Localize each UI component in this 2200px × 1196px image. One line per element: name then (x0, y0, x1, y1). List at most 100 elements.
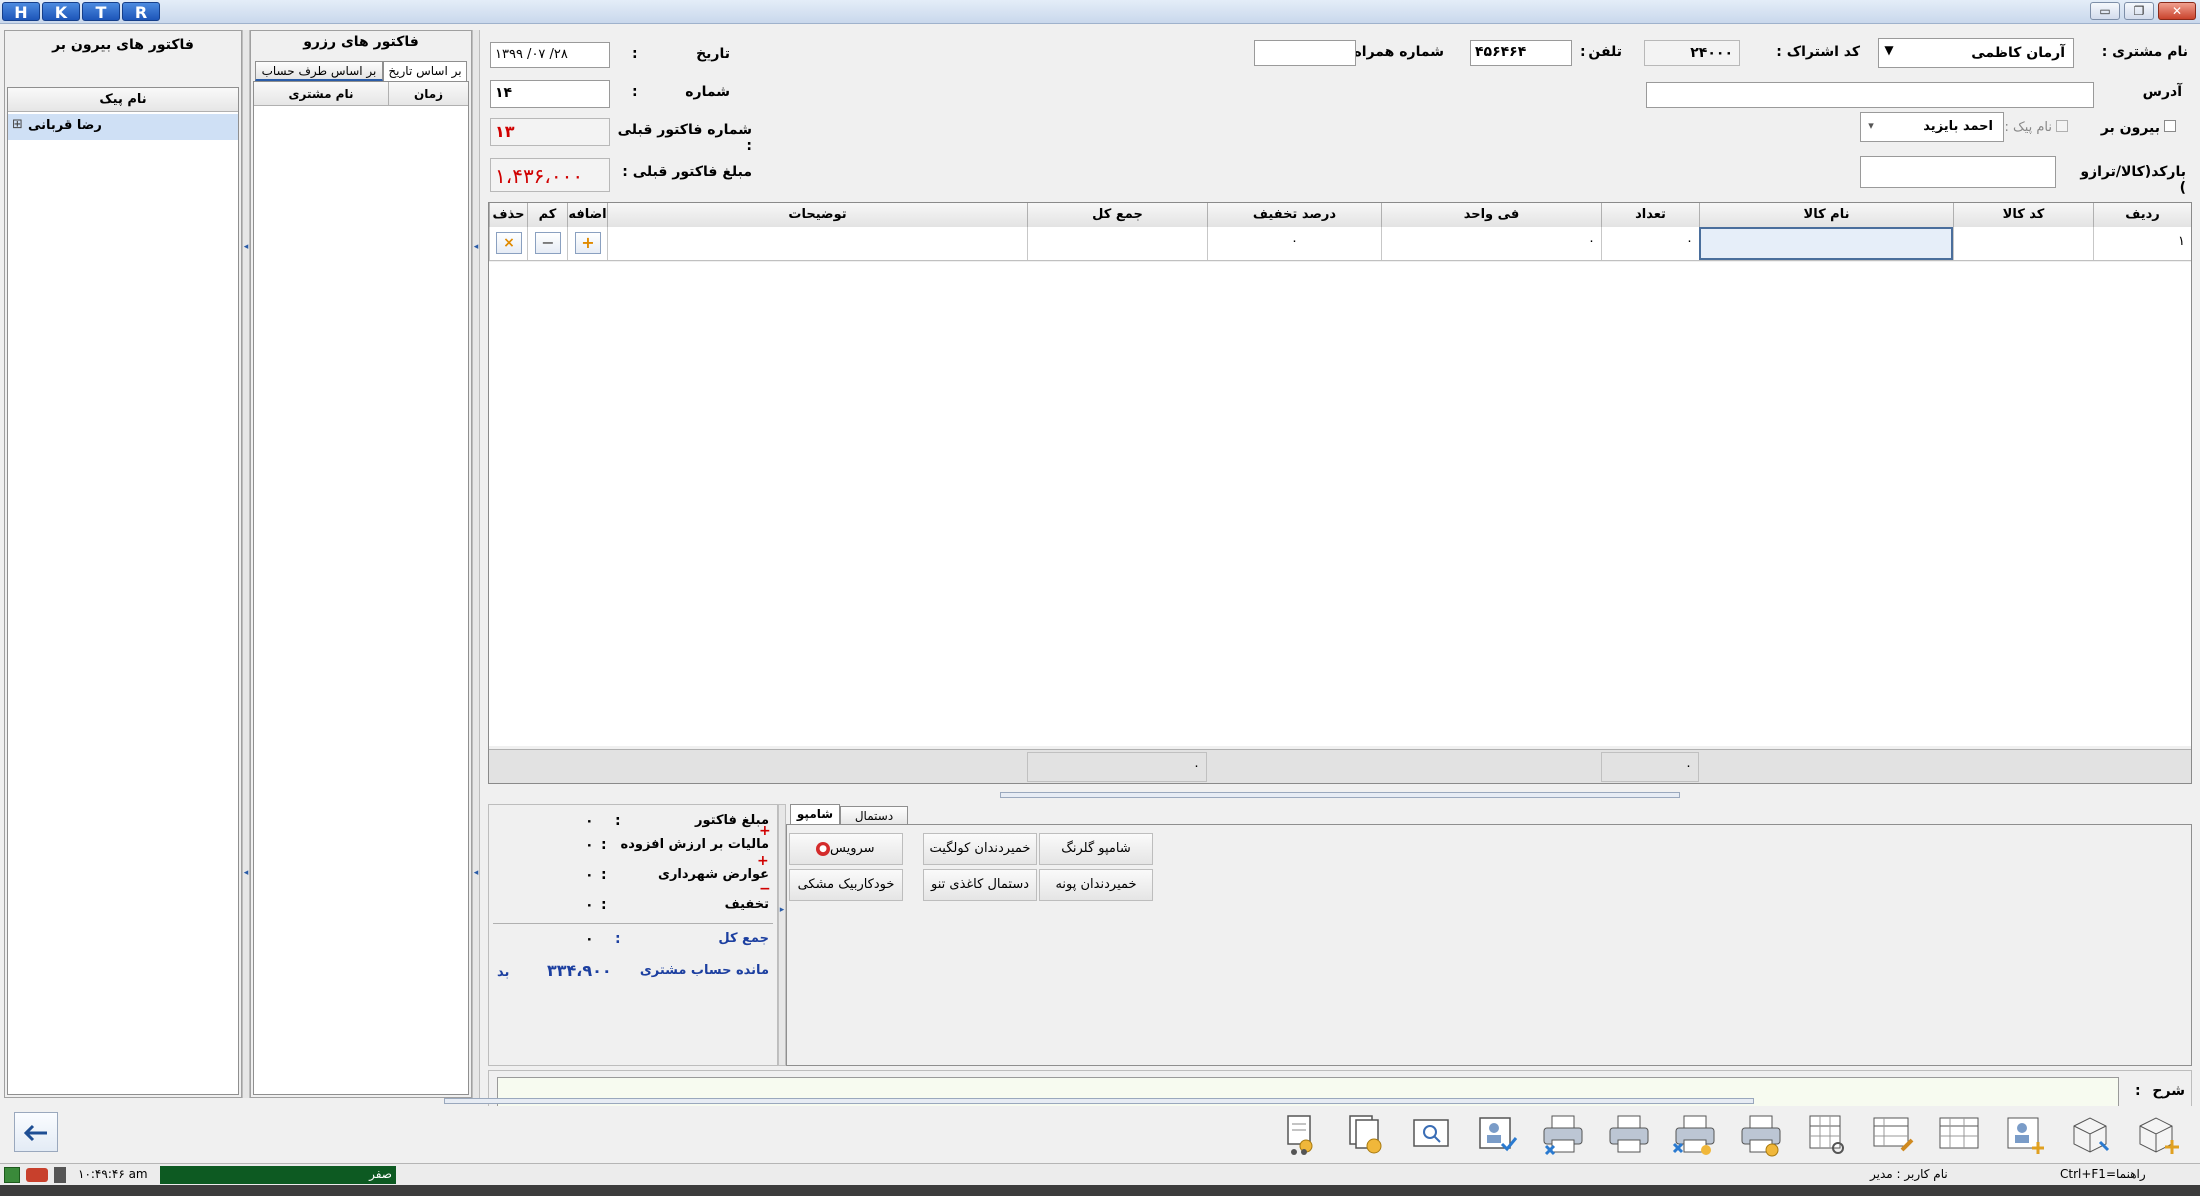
product-button[interactable]: شامپو گلرنگ (1039, 833, 1153, 865)
invoice-search-icon[interactable] (1404, 1110, 1458, 1158)
invoice-cart-icon[interactable] (1274, 1110, 1328, 1158)
courier-column-header[interactable]: نام پیک (8, 88, 238, 112)
column-delete[interactable]: حذف (489, 203, 527, 227)
status-bar: ۱۰:۴۹:۴۶ am صفر نام کاربر : مدیر راهنما=… (0, 1163, 2200, 1185)
logo-h-button[interactable]: H (2, 2, 40, 22)
column-item-name[interactable]: نام کالا (1699, 203, 1953, 227)
column-description[interactable]: توضیحات (607, 203, 1027, 227)
product-button[interactable]: دستمال کاغذی تنو (923, 869, 1037, 901)
user-add-icon[interactable] (1998, 1110, 2052, 1158)
column-customer-name[interactable]: نام مشتری (254, 82, 388, 106)
column-time[interactable]: زمان (388, 82, 468, 106)
collapse-arrow-icon[interactable]: ◂ (243, 868, 249, 878)
column-add[interactable]: اضافه (567, 203, 607, 227)
dropdown-arrow-icon[interactable]: ▾ (1863, 119, 1879, 132)
logo-t-button[interactable]: T (82, 2, 120, 22)
box-add-icon[interactable] (2130, 1110, 2184, 1158)
number-colon: : (632, 84, 638, 100)
minimize-button[interactable]: ▭ (2090, 2, 2120, 20)
print-cancel-icon[interactable] (1536, 1110, 1590, 1158)
discount-cell[interactable]: ۰ (1207, 227, 1381, 260)
customer-name-value: آرمان کاظمی (1971, 45, 2065, 61)
qty-cell[interactable]: ۰ (1601, 227, 1699, 260)
bottom-toolbar (0, 1106, 2200, 1162)
items-grid[interactable]: حذف کم اضافه توضیحات جمع کل درصد تخفیف ف… (488, 202, 2192, 784)
grid-splitter[interactable] (1000, 792, 1680, 798)
unit-price-cell[interactable]: ۰ (1381, 227, 1601, 260)
tab-by-party[interactable]: بر اساس طرف حساب (255, 61, 383, 81)
courier-checkbox[interactable] (2056, 120, 2068, 132)
tab-tissue[interactable]: دستمال (840, 806, 908, 826)
collapse-arrow-icon[interactable]: ◂ (243, 242, 249, 252)
total-label: جمع کل (718, 931, 769, 946)
back-button[interactable] (14, 1112, 58, 1152)
car-icon (26, 1168, 48, 1182)
item-code-cell[interactable] (1953, 227, 2093, 260)
grid-empty-area[interactable] (489, 262, 2191, 746)
phone-value: ۴۵۶۴۶۴ (1475, 44, 1527, 60)
takeout-checkbox[interactable] (2164, 120, 2176, 132)
collapse-arrow-icon[interactable]: ◂ (473, 242, 479, 252)
delete-button[interactable]: × (496, 232, 522, 254)
customer-name-combobox[interactable]: ▼ آرمان کاظمی (1878, 38, 2074, 68)
date-value: ۱۳۹۹ /۰۷ /۲۸ (495, 47, 568, 62)
summary-splitter[interactable]: ▸ (778, 804, 786, 1066)
barcode-input[interactable] (1860, 156, 2056, 188)
column-less[interactable]: کم (527, 203, 567, 227)
description-cell[interactable] (607, 227, 1027, 260)
invoice-coins-icon[interactable] (1338, 1110, 1392, 1158)
print-coins-icon[interactable] (1734, 1110, 1788, 1158)
logo-r-button[interactable]: R (122, 2, 160, 22)
column-discount[interactable]: درصد تخفیف (1207, 203, 1381, 227)
box-icon[interactable] (2064, 1110, 2118, 1158)
logo-k-button[interactable]: K (42, 2, 80, 22)
table-row[interactable]: × − + ۰ ۰ ۰ ۱ (489, 227, 2191, 261)
calculator-icon[interactable] (1800, 1110, 1854, 1158)
collapse-arrow-icon[interactable]: ◂ (473, 868, 479, 878)
increase-button[interactable]: + (575, 232, 601, 254)
column-unit-price[interactable]: فی واحد (1381, 203, 1601, 227)
reserve-list[interactable]: زمان نام مشتری (253, 81, 469, 1095)
dropdown-arrow-icon[interactable]: ▼ (1881, 43, 1897, 57)
barcode-label: بارکد(کالا/ترازو ) (2080, 164, 2186, 196)
restore-button[interactable]: ❐ (2124, 2, 2154, 20)
product-button[interactable]: خمیردندان کولگیت (923, 833, 1037, 865)
total-value: ۰ (585, 931, 594, 947)
print-remove-icon[interactable] (1668, 1110, 1722, 1158)
row-number-cell: ۱ (2093, 227, 2191, 260)
tab-by-date[interactable]: بر اساس تاریخ (383, 61, 467, 81)
bottom-splitter[interactable] (444, 1098, 1754, 1104)
expand-icon[interactable]: ⊞ (12, 117, 23, 132)
table-edit-icon[interactable] (1866, 1110, 1920, 1158)
number-input[interactable]: ۱۴ (490, 80, 610, 108)
date-input[interactable]: ۱۳۹۹ /۰۷ /۲۸ (490, 42, 610, 68)
splitter-middle[interactable]: ◂ ◂ (472, 30, 480, 1098)
column-item-code[interactable]: کد کالا (1953, 203, 2093, 227)
grid-header-row: حذف کم اضافه توضیحات جمع کل درصد تخفیف ف… (489, 203, 2191, 227)
list-item[interactable]: ⊞ رضا قربانی (8, 114, 238, 140)
table-icon[interactable] (1932, 1110, 1986, 1158)
mobile-input[interactable] (1254, 40, 1356, 66)
product-button-service[interactable]: سرویس ● (789, 833, 903, 865)
courier-list[interactable]: نام پیک ⊞ رضا قربانی (7, 87, 239, 1095)
item-name-cell[interactable] (1699, 227, 1953, 260)
subscription-code-value: ۲۴۰۰۰ (1690, 45, 1733, 61)
total-cell[interactable] (1027, 227, 1207, 260)
column-qty[interactable]: تعداد (1601, 203, 1699, 227)
splitter-left[interactable]: ◂ ◂ (242, 30, 250, 1098)
courier-combobox[interactable]: ▾ احمد بایزید (1860, 112, 2004, 142)
column-row[interactable]: ردیف (2093, 203, 2191, 227)
subscription-code-field: ۲۴۰۰۰ (1644, 40, 1740, 66)
tab-shampoo[interactable]: شامپو (790, 804, 840, 824)
column-total[interactable]: جمع کل (1027, 203, 1207, 227)
decrease-button[interactable]: − (535, 232, 561, 254)
collapse-arrow-icon[interactable]: ▸ (779, 905, 785, 915)
product-button[interactable]: خمیردندان پونه (1039, 869, 1153, 901)
product-button[interactable]: خودکاربیک مشکی (789, 869, 903, 901)
phone-input[interactable]: ۴۵۶۴۶۴ (1470, 40, 1572, 66)
close-button[interactable]: ✕ (2158, 2, 2196, 20)
municipal-label: عوارض شهرداری (658, 867, 769, 882)
address-input[interactable] (1646, 82, 2094, 108)
customer-check-icon[interactable] (1470, 1110, 1524, 1158)
print-icon[interactable] (1602, 1110, 1656, 1158)
